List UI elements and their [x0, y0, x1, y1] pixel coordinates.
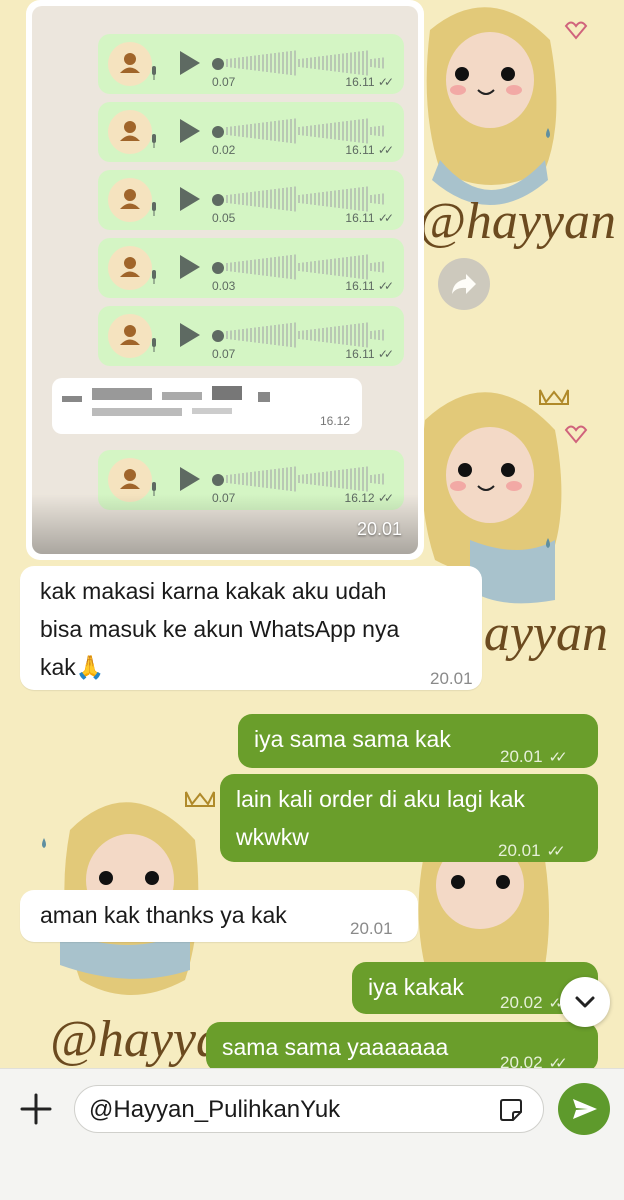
outgoing-message[interactable]: iya sama sama kak 20.01 ✓✓: [238, 714, 598, 768]
person-icon: [120, 121, 140, 141]
playback-scrubber[interactable]: [212, 330, 224, 342]
waveform: [226, 50, 384, 76]
forward-icon: [452, 274, 476, 294]
waveform: [226, 322, 384, 348]
message-time: 20.01: [430, 669, 473, 688]
attach-button[interactable]: [18, 1091, 54, 1127]
person-icon: [120, 325, 140, 345]
message-time: 20.01 ✓✓: [498, 832, 566, 871]
voice-note-duration: 0.03: [212, 279, 236, 293]
microphone-icon: [152, 202, 156, 216]
scroll-to-bottom-button[interactable]: [560, 977, 610, 1027]
chevron-down-icon: [575, 996, 595, 1008]
play-icon[interactable]: [180, 51, 200, 75]
message-text-line: kak makasi karna kakak aku udah: [40, 578, 387, 604]
message-input[interactable]: @Hayyan_PulihkanYuk: [74, 1085, 544, 1133]
waveform: [226, 466, 384, 492]
outgoing-message[interactable]: lain kali order di aku lagi kak wkwkw 20.0…: [220, 774, 598, 862]
microphone-icon: [152, 338, 156, 352]
person-icon: [120, 257, 140, 277]
voice-note[interactable]: 0.02 16.11 ✓✓: [98, 102, 404, 162]
message-time: 20.01 ✓✓: [500, 738, 568, 777]
forward-button[interactable]: [438, 258, 490, 310]
incoming-message[interactable]: aman kak thanks ya kak 20.01: [20, 890, 418, 942]
voice-note-time: 16.11 ✓✓: [345, 211, 394, 225]
forwarded-screenshot[interactable]: 0.07 16.11 ✓✓ 0.02 16.11 ✓✓ 0.05 16.11 ✓✓ 0.03…: [32, 6, 418, 554]
person-icon: [120, 189, 140, 209]
playback-scrubber[interactable]: [212, 474, 224, 486]
voice-note-duration: 0.07: [212, 347, 236, 361]
message-text-line: aman kak thanks ya kak: [40, 902, 287, 928]
voice-note[interactable]: 0.03 16.11 ✓✓: [98, 238, 404, 298]
avatar: [108, 110, 152, 154]
voice-note[interactable]: 0.05 16.11 ✓✓: [98, 170, 404, 230]
waveform: [226, 254, 384, 280]
redacted-message-time: 16.12: [319, 414, 350, 428]
message-time: 20.01: [350, 919, 393, 938]
message-text-line: bisa masuk ke akun WhatsApp nya: [40, 616, 400, 642]
avatar: [108, 178, 152, 222]
playback-scrubber[interactable]: [212, 262, 224, 274]
message-text-line: kak🙏: [40, 654, 105, 680]
wallpaper-signature: @hayyan: [418, 193, 616, 250]
message-text-line: lain kali order di aku lagi kak: [236, 786, 525, 812]
image-message[interactable]: 0.07 16.11 ✓✓ 0.02 16.11 ✓✓ 0.05 16.11 ✓✓ 0.03…: [26, 0, 424, 560]
sticker-icon: [500, 1099, 522, 1121]
playback-scrubber[interactable]: [212, 58, 224, 70]
voice-note-time: 16.11 ✓✓: [345, 347, 394, 361]
waveform: [226, 118, 384, 144]
waveform: [226, 186, 384, 212]
send-button[interactable]: [558, 1083, 610, 1135]
playback-scrubber[interactable]: [212, 126, 224, 138]
image-time: 20.01: [356, 519, 402, 539]
sticker-button[interactable]: [498, 1097, 524, 1123]
outgoing-message[interactable]: sama sama yaaaaaaa 20.02 ✓✓: [206, 1022, 598, 1072]
read-receipt-icon: ✓✓: [548, 749, 568, 766]
voice-note-time: 16.11 ✓✓: [345, 143, 394, 157]
play-icon[interactable]: [180, 467, 200, 491]
voice-note[interactable]: 0.07 16.11 ✓✓: [98, 34, 404, 94]
playback-scrubber[interactable]: [212, 194, 224, 206]
message-composer: @Hayyan_PulihkanYuk: [0, 1068, 624, 1200]
send-icon: [573, 1099, 597, 1119]
plus-icon: [20, 1093, 52, 1125]
play-icon[interactable]: [180, 119, 200, 143]
microphone-icon: [152, 66, 156, 80]
incoming-message[interactable]: kak makasi karna kakak aku udah bisa masu…: [20, 566, 482, 690]
avatar: [108, 42, 152, 86]
redacted-message: 16.12: [52, 378, 362, 434]
read-receipt-icon: ✓✓: [546, 843, 566, 860]
person-icon: [120, 53, 140, 73]
message-time: 20.02 ✓✓: [500, 984, 568, 1023]
play-icon[interactable]: [180, 323, 200, 347]
voice-note-duration: 0.07: [212, 75, 236, 89]
play-icon[interactable]: [180, 255, 200, 279]
wallpaper-character: [426, 7, 557, 205]
voice-note-time: 16.11 ✓✓: [345, 279, 394, 293]
microphone-icon: [152, 134, 156, 148]
voice-note-duration: 0.05: [212, 211, 236, 225]
avatar: [108, 314, 152, 358]
microphone-icon: [152, 270, 156, 284]
voice-note-time: 16.11 ✓✓: [345, 75, 394, 89]
voice-note-duration: 0.02: [212, 143, 236, 157]
voice-note[interactable]: 0.07 16.11 ✓✓: [98, 306, 404, 366]
avatar: [108, 246, 152, 290]
play-icon[interactable]: [180, 187, 200, 211]
